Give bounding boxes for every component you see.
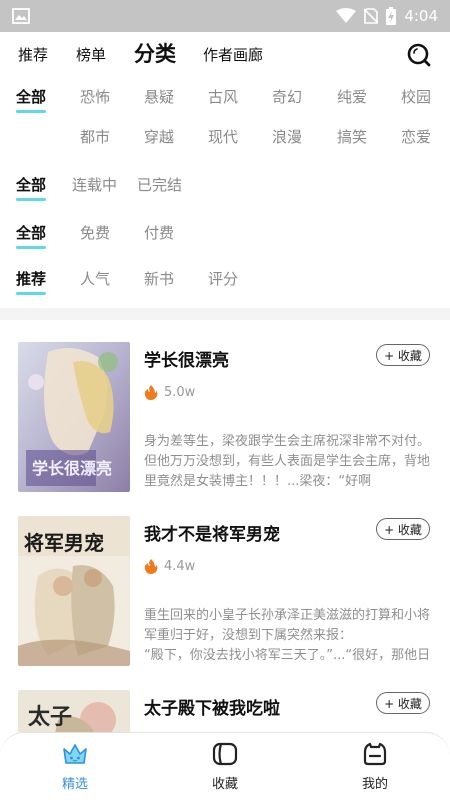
section-divider xyxy=(0,308,450,320)
genre-chip[interactable]: 纯爱 xyxy=(337,86,367,107)
tab-ranking[interactable]: 榜单 xyxy=(76,44,106,65)
wifi-icon xyxy=(336,8,357,23)
tab-author-gallery[interactable]: 作者画廊 xyxy=(203,44,263,65)
status-chip-ongoing[interactable]: 连载中 xyxy=(72,174,117,195)
book-cover-title: 太子 xyxy=(28,704,72,730)
sort-filter-row: 推荐 人气 新书 评分 xyxy=(0,268,450,298)
crown-icon xyxy=(63,744,87,764)
book-cover[interactable]: 学长很漂亮 xyxy=(18,342,130,492)
genre-filter-row: 全部 恐怖 悬疑 古风 奇幻 纯爱 校园 xyxy=(0,86,450,116)
search-icon[interactable] xyxy=(406,42,432,68)
book-cover-art: 学长很漂亮 xyxy=(18,342,130,492)
genre-chip[interactable]: 校园 xyxy=(401,86,431,107)
book-list[interactable]: 学长很漂亮 学长很漂亮 5.0w 身为差等生，梁夜跟学生会主席祝深非常不对付。但… xyxy=(0,320,450,732)
sort-chip-recommend[interactable]: 推荐 xyxy=(16,268,47,295)
nav-profile-label: 我的 xyxy=(361,777,388,792)
book-title[interactable]: 太子殿下被我吃啦 xyxy=(144,694,280,719)
sort-chip-popularity[interactable]: 人气 xyxy=(80,268,110,289)
status-chip-completed[interactable]: 已完结 xyxy=(137,174,182,195)
sort-chip-rating[interactable]: 评分 xyxy=(208,268,238,289)
book-description: 身为差等生，梁夜跟学生会主席祝深非常不对付。但他万万没想到，有些人表面是学生会主… xyxy=(144,434,431,489)
bookshelf-icon xyxy=(212,742,238,766)
book-cover-title: 将军男宠 xyxy=(24,531,104,555)
book-popularity: 5.0w xyxy=(144,384,195,400)
genre-chip[interactable]: 搞笑 xyxy=(337,126,367,147)
status-bar: 4:04 xyxy=(0,0,450,32)
fire-icon xyxy=(144,385,158,400)
book-item[interactable]: 将军男宠 我才不是将军男宠 4.4w 重生回来的小皇子长孙承泽正美滋滋的打算和小… xyxy=(0,494,450,666)
genre-chip-all[interactable]: 全部 xyxy=(16,86,47,113)
book-title[interactable]: 学长很漂亮 xyxy=(144,346,229,371)
price-chip-free[interactable]: 免费 xyxy=(80,222,110,243)
add-favorite-button[interactable]: + 收藏 xyxy=(376,518,430,540)
book-popularity-count: 5.0w xyxy=(164,384,196,400)
tab-recommend[interactable]: 推荐 xyxy=(18,44,48,65)
status-time: 4:04 xyxy=(404,7,438,25)
genre-chip[interactable]: 悬疑 xyxy=(144,86,174,107)
book-cover-title: 学长很漂亮 xyxy=(32,459,112,478)
book-item[interactable]: 学长很漂亮 学长很漂亮 5.0w 身为差等生，梁夜跟学生会主席祝深非常不对付。但… xyxy=(0,320,450,492)
genre-chip[interactable]: 恐怖 xyxy=(80,86,110,107)
bottom-nav: 精选 收藏 我的 xyxy=(0,732,450,800)
genre-chip[interactable]: 都市 xyxy=(80,126,110,147)
genre-chip[interactable]: 现代 xyxy=(208,126,238,147)
book-cover-art: 太子 xyxy=(18,690,130,732)
book-title[interactable]: 我才不是将军男宠 xyxy=(144,520,280,545)
book-cover-art: 将军男宠 xyxy=(18,516,130,666)
book-description: 重生回来的小皇子长孙承泽正美滋滋的打算和小将军重归于好，没想到下属突然来报： “… xyxy=(144,608,431,663)
tab-category[interactable]: 分类 xyxy=(134,38,176,68)
book-cover[interactable]: 太子 xyxy=(18,690,130,732)
nav-profile[interactable]: 我的 xyxy=(335,741,415,792)
sort-chip-new[interactable]: 新书 xyxy=(144,268,174,289)
status-filter-row: 全部 连载中 已完结 xyxy=(0,174,450,204)
add-favorite-button[interactable]: + 收藏 xyxy=(376,692,430,714)
genre-filter-row-2: 都市 穿越 现代 浪漫 搞笑 恋爱 xyxy=(0,126,450,156)
price-filter-row: 全部 免费 付费 xyxy=(0,222,450,252)
top-nav: 推荐 榜单 分类 作者画廊 xyxy=(0,32,450,76)
add-favorite-button[interactable]: + 收藏 xyxy=(376,344,430,366)
nav-favorites[interactable]: 收藏 xyxy=(185,741,265,792)
book-popularity: 4.4w xyxy=(144,558,195,574)
book-item[interactable]: 太子 太子殿下被我吃啦 + 收藏 xyxy=(0,668,450,732)
status-chip-all[interactable]: 全部 xyxy=(16,174,47,201)
genre-chip[interactable]: 恋爱 xyxy=(401,126,431,147)
nav-featured[interactable]: 精选 xyxy=(35,741,115,792)
genre-chip[interactable]: 穿越 xyxy=(144,126,174,147)
nav-featured-label: 精选 xyxy=(61,777,88,792)
filter-panel: 全部 恐怖 悬疑 古风 奇幻 纯爱 校园 都市 穿越 现代 浪漫 搞笑 恋爱 全… xyxy=(0,78,450,308)
genre-chip[interactable]: 古风 xyxy=(208,86,238,107)
book-cover[interactable]: 将军男宠 xyxy=(18,516,130,666)
battery-charging-icon xyxy=(386,7,397,25)
nav-favorites-label: 收藏 xyxy=(211,777,238,792)
profile-icon xyxy=(363,742,387,766)
genre-chip[interactable]: 浪漫 xyxy=(272,126,302,147)
book-popularity-count: 4.4w xyxy=(164,558,196,574)
price-chip-all[interactable]: 全部 xyxy=(16,222,47,249)
price-chip-paid[interactable]: 付费 xyxy=(144,222,174,243)
no-sim-icon xyxy=(364,8,379,24)
fire-icon xyxy=(144,559,158,574)
gallery-notification-icon xyxy=(12,8,30,24)
genre-chip[interactable]: 奇幻 xyxy=(272,86,302,107)
